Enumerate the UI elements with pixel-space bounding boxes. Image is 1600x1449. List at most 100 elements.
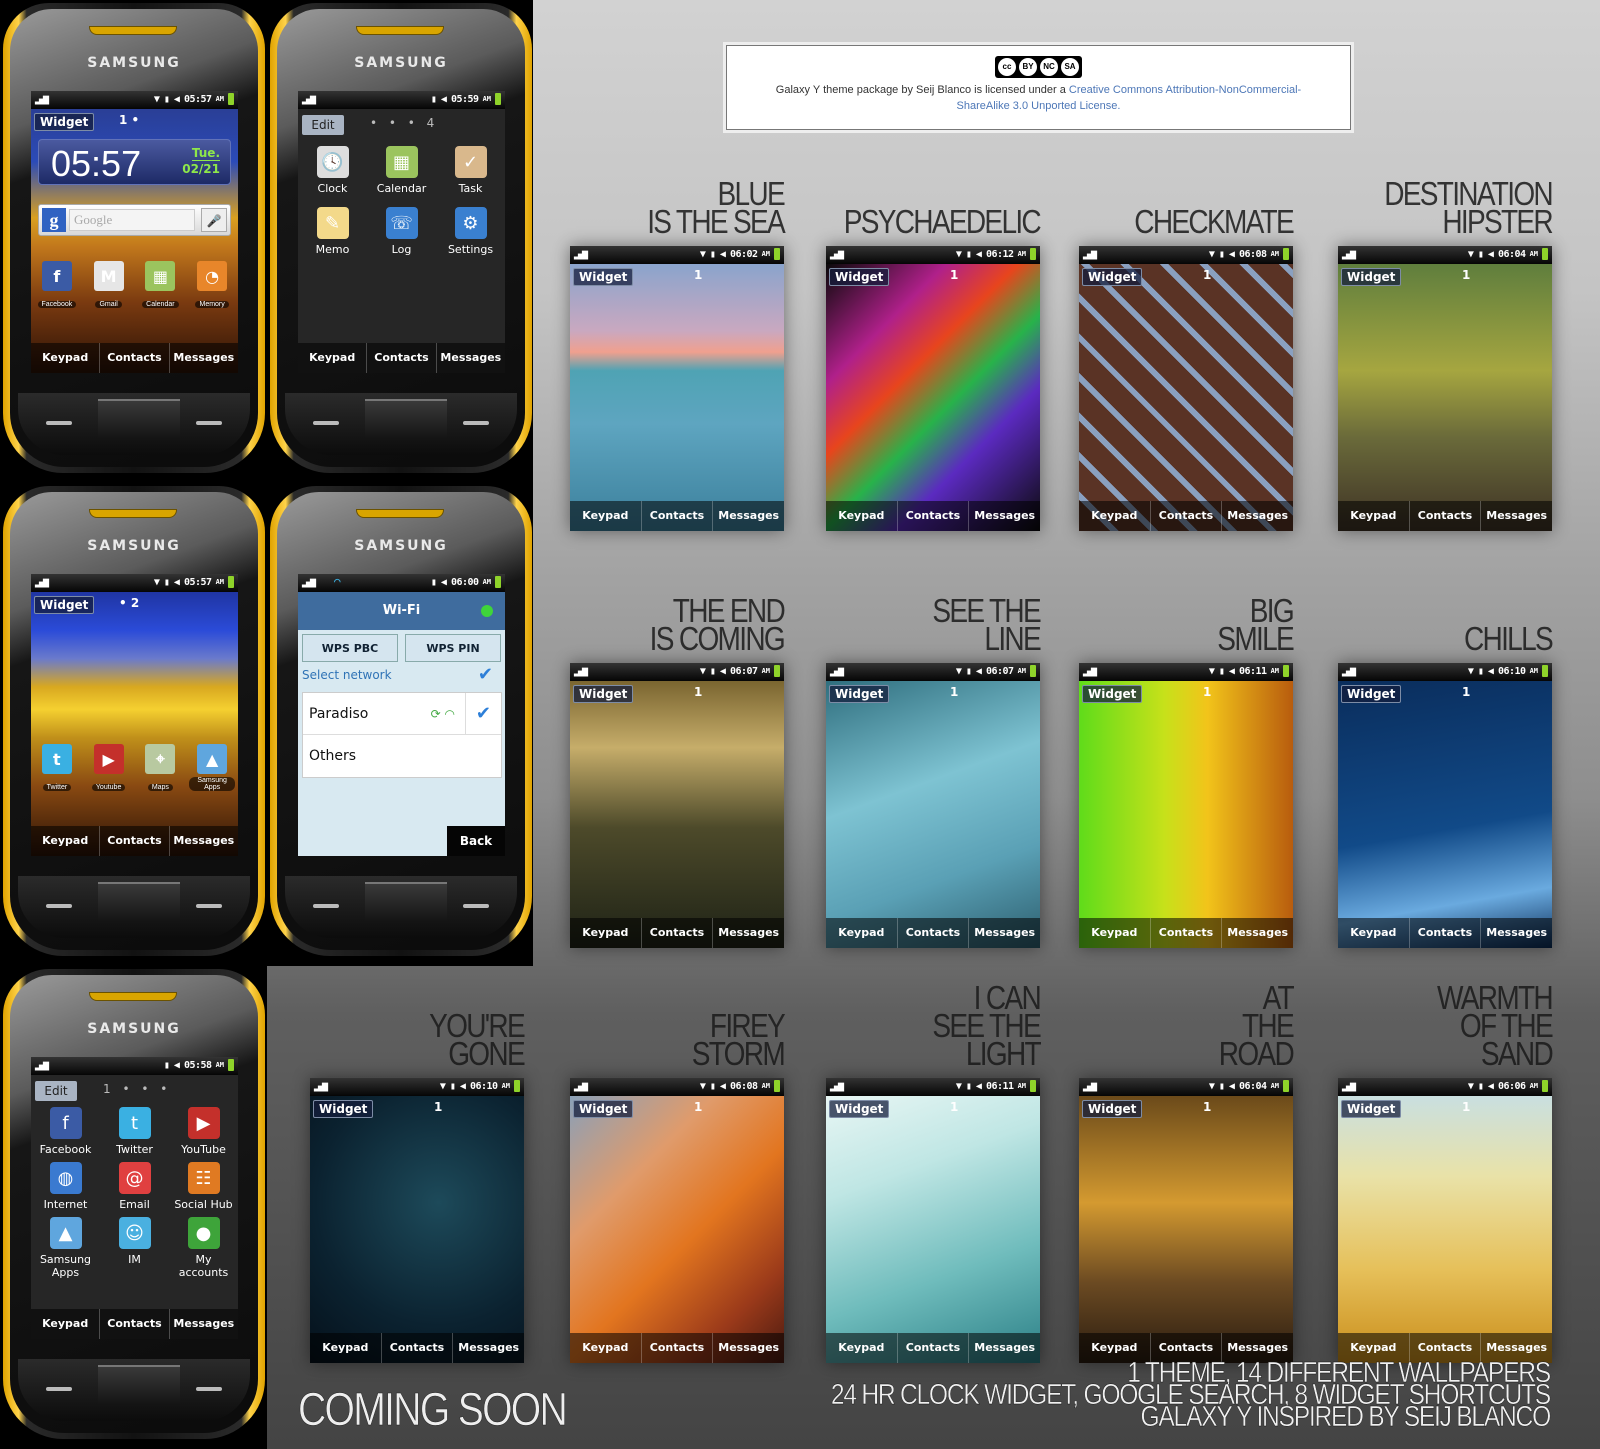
- call-key[interactable]: [46, 1387, 72, 1391]
- softkey-messages[interactable]: Messages: [1222, 501, 1293, 531]
- widget-button[interactable]: Widget: [313, 1100, 374, 1118]
- wallpaper-preview[interactable]: ▂▄▆ ▼ ▮ ◀ 06:04 AM Widget 1 Keypad Contacts Messag…: [1079, 1078, 1293, 1363]
- network-item[interactable]: Others: [303, 735, 501, 777]
- microphone-icon[interactable]: 🎤: [201, 208, 227, 232]
- widget-button[interactable]: Widget: [1082, 1100, 1143, 1118]
- wallpaper-preview[interactable]: ▂▄▆ ▼ ▮ ◀ 06:07 AM Widget 1 Keypad Contacts Messag…: [826, 663, 1040, 948]
- call-key[interactable]: [46, 904, 72, 908]
- softkey-messages[interactable]: Messages: [170, 826, 238, 856]
- shortcut-samsung-apps[interactable]: ▲ Samsung Apps: [189, 744, 236, 793]
- widget-button[interactable]: Widget: [1341, 268, 1402, 286]
- shortcut-maps[interactable]: ⌖ Maps: [137, 744, 183, 793]
- softkey-messages[interactable]: Messages: [1222, 918, 1293, 948]
- network-checkbox[interactable]: ✔: [464, 693, 491, 735]
- menu-item-im[interactable]: ☺ IM: [100, 1217, 169, 1279]
- call-key[interactable]: [313, 421, 339, 425]
- shortcut-gmail[interactable]: M Gmail: [86, 261, 132, 310]
- wallpaper-preview[interactable]: ▂▄▆ ▼ ▮ ◀ 06:10 AM Widget 1 Keypad Contacts Messag…: [310, 1078, 524, 1363]
- shortcut-calendar[interactable]: ▦ Calendar: [137, 261, 183, 310]
- edit-button[interactable]: Edit: [302, 115, 344, 135]
- widget-button[interactable]: Widget: [573, 268, 634, 286]
- widget-button[interactable]: Widget: [1082, 268, 1143, 286]
- softkey-messages[interactable]: Messages: [713, 501, 784, 531]
- menu-item-youtube[interactable]: ▶ YouTube: [169, 1107, 238, 1156]
- softkey-messages[interactable]: Messages: [713, 1333, 784, 1363]
- menu-item-social-hub[interactable]: ☷ Social Hub: [169, 1162, 238, 1211]
- wallpaper-preview[interactable]: ▂▄▆ ▼ ▮ ◀ 06:04 AM Widget 1 Keypad Contacts Messag…: [1338, 246, 1552, 531]
- call-key[interactable]: [46, 421, 72, 425]
- softkey-messages[interactable]: Messages: [170, 1309, 238, 1339]
- softkey-contacts[interactable]: Contacts: [1151, 918, 1223, 948]
- softkey-keypad[interactable]: Keypad: [570, 501, 642, 531]
- network-item[interactable]: Paradiso ⟳ ◠ ✔: [303, 693, 501, 735]
- softkey-messages[interactable]: Messages: [453, 1333, 524, 1363]
- softkey-keypad[interactable]: Keypad: [1079, 501, 1151, 531]
- menu-item-facebook[interactable]: f Facebook: [31, 1107, 100, 1156]
- home-key[interactable]: [98, 1365, 180, 1405]
- wallpaper-preview[interactable]: ▂▄▆ ▼ ▮ ◀ 06:07 AM Widget 1 Keypad Contacts Messag…: [570, 663, 784, 948]
- softkey-messages[interactable]: Messages: [969, 1333, 1040, 1363]
- softkey-keypad[interactable]: Keypad: [826, 501, 898, 531]
- widget-button[interactable]: Widget: [829, 685, 890, 703]
- home-key[interactable]: [98, 882, 180, 922]
- softkey-contacts[interactable]: Contacts: [382, 1333, 454, 1363]
- softkey-messages[interactable]: Messages: [1481, 918, 1552, 948]
- select-all-checkbox[interactable]: ✔: [478, 664, 493, 685]
- wallpaper-preview[interactable]: ▂▄▆ ▼ ▮ ◀ 06:08 AM Widget 1 Keypad Contacts Messag…: [1079, 246, 1293, 531]
- wallpaper-preview[interactable]: ▂▄▆ ▼ ▮ ◀ 06:02 AM Widget 1 Keypad Contacts Messag…: [570, 246, 784, 531]
- end-key[interactable]: [196, 421, 222, 425]
- softkey-keypad[interactable]: Keypad: [298, 343, 368, 373]
- menu-item-internet[interactable]: ◍ Internet: [31, 1162, 100, 1211]
- wallpaper-preview[interactable]: ▂▄▆ ▼ ▮ ◀ 06:12 AM Widget 1 Keypad Contacts Messag…: [826, 246, 1040, 531]
- softkey-keypad[interactable]: Keypad: [826, 918, 898, 948]
- menu-item-settings[interactable]: ⚙ Settings: [436, 207, 505, 256]
- softkey-contacts[interactable]: Contacts: [100, 826, 170, 856]
- softkey-messages[interactable]: Messages: [969, 501, 1040, 531]
- softkey-keypad[interactable]: Keypad: [31, 343, 101, 373]
- softkey-contacts[interactable]: Contacts: [100, 343, 170, 373]
- wallpaper-preview[interactable]: ▂▄▆ ▼ ▮ ◀ 06:11 AM Widget 1 Keypad Contacts Messag…: [826, 1078, 1040, 1363]
- menu-item-email[interactable]: @ Email: [100, 1162, 169, 1211]
- clock-widget[interactable]: 05:57 Tue. 02/21: [38, 139, 231, 185]
- wallpaper-preview[interactable]: ▂▄▆ ▼ ▮ ◀ 06:10 AM Widget 1 Keypad Contacts Messag…: [1338, 663, 1552, 948]
- widget-button[interactable]: Widget: [34, 113, 95, 131]
- menu-item-memo[interactable]: ✎ Memo: [298, 207, 367, 256]
- softkey-contacts[interactable]: Contacts: [642, 501, 714, 531]
- wallpaper-preview[interactable]: ▂▄▆ ▼ ▮ ◀ 06:06 AM Widget 1 Keypad Contacts Messag…: [1338, 1078, 1552, 1363]
- menu-item-my-accounts[interactable]: ● My accounts: [169, 1217, 238, 1279]
- shortcut-memory[interactable]: ◔ Memory: [189, 261, 235, 310]
- home-key[interactable]: [98, 399, 180, 439]
- widget-button[interactable]: Widget: [1082, 685, 1143, 703]
- softkey-contacts[interactable]: Contacts: [898, 918, 970, 948]
- wallpaper-preview[interactable]: ▂▄▆ ▼ ▮ ◀ 06:08 AM Widget 1 Keypad Contacts Messag…: [570, 1078, 784, 1363]
- wps-pbc-button[interactable]: WPS PBC: [302, 634, 398, 662]
- softkey-contacts[interactable]: Contacts: [100, 1309, 170, 1339]
- widget-button[interactable]: Widget: [34, 596, 95, 614]
- softkey-contacts[interactable]: Contacts: [898, 1333, 970, 1363]
- softkey-keypad[interactable]: Keypad: [1338, 501, 1410, 531]
- softkey-messages[interactable]: Messages: [713, 918, 784, 948]
- wps-pin-button[interactable]: WPS PIN: [405, 634, 501, 662]
- wallpaper-preview[interactable]: ▂▄▆ ▼ ▮ ◀ 06:11 AM Widget 1 Keypad Contacts Messag…: [1079, 663, 1293, 948]
- softkey-contacts[interactable]: Contacts: [1410, 501, 1482, 531]
- softkey-contacts[interactable]: Contacts: [1151, 501, 1223, 531]
- softkey-keypad[interactable]: Keypad: [570, 918, 642, 948]
- softkey-keypad[interactable]: Keypad: [31, 1309, 101, 1339]
- widget-button[interactable]: Widget: [1341, 1100, 1402, 1118]
- softkey-messages[interactable]: Messages: [969, 918, 1040, 948]
- menu-item-calendar[interactable]: ▦ Calendar: [367, 146, 436, 195]
- cc-license-badge[interactable]: cc BY NC SA: [995, 56, 1082, 78]
- shortcut-twitter[interactable]: t Twitter: [34, 744, 80, 793]
- softkey-keypad[interactable]: Keypad: [31, 826, 101, 856]
- call-key[interactable]: [313, 904, 339, 908]
- softkey-keypad[interactable]: Keypad: [826, 1333, 898, 1363]
- softkey-keypad[interactable]: Keypad: [570, 1333, 642, 1363]
- softkey-contacts[interactable]: Contacts: [367, 343, 437, 373]
- end-key[interactable]: [196, 904, 222, 908]
- softkey-messages[interactable]: Messages: [170, 343, 238, 373]
- end-key[interactable]: [463, 421, 489, 425]
- edit-button[interactable]: Edit: [35, 1081, 77, 1101]
- menu-item-task[interactable]: ✓ Task: [436, 146, 505, 195]
- softkey-contacts[interactable]: Contacts: [642, 1333, 714, 1363]
- end-key[interactable]: [196, 1387, 222, 1391]
